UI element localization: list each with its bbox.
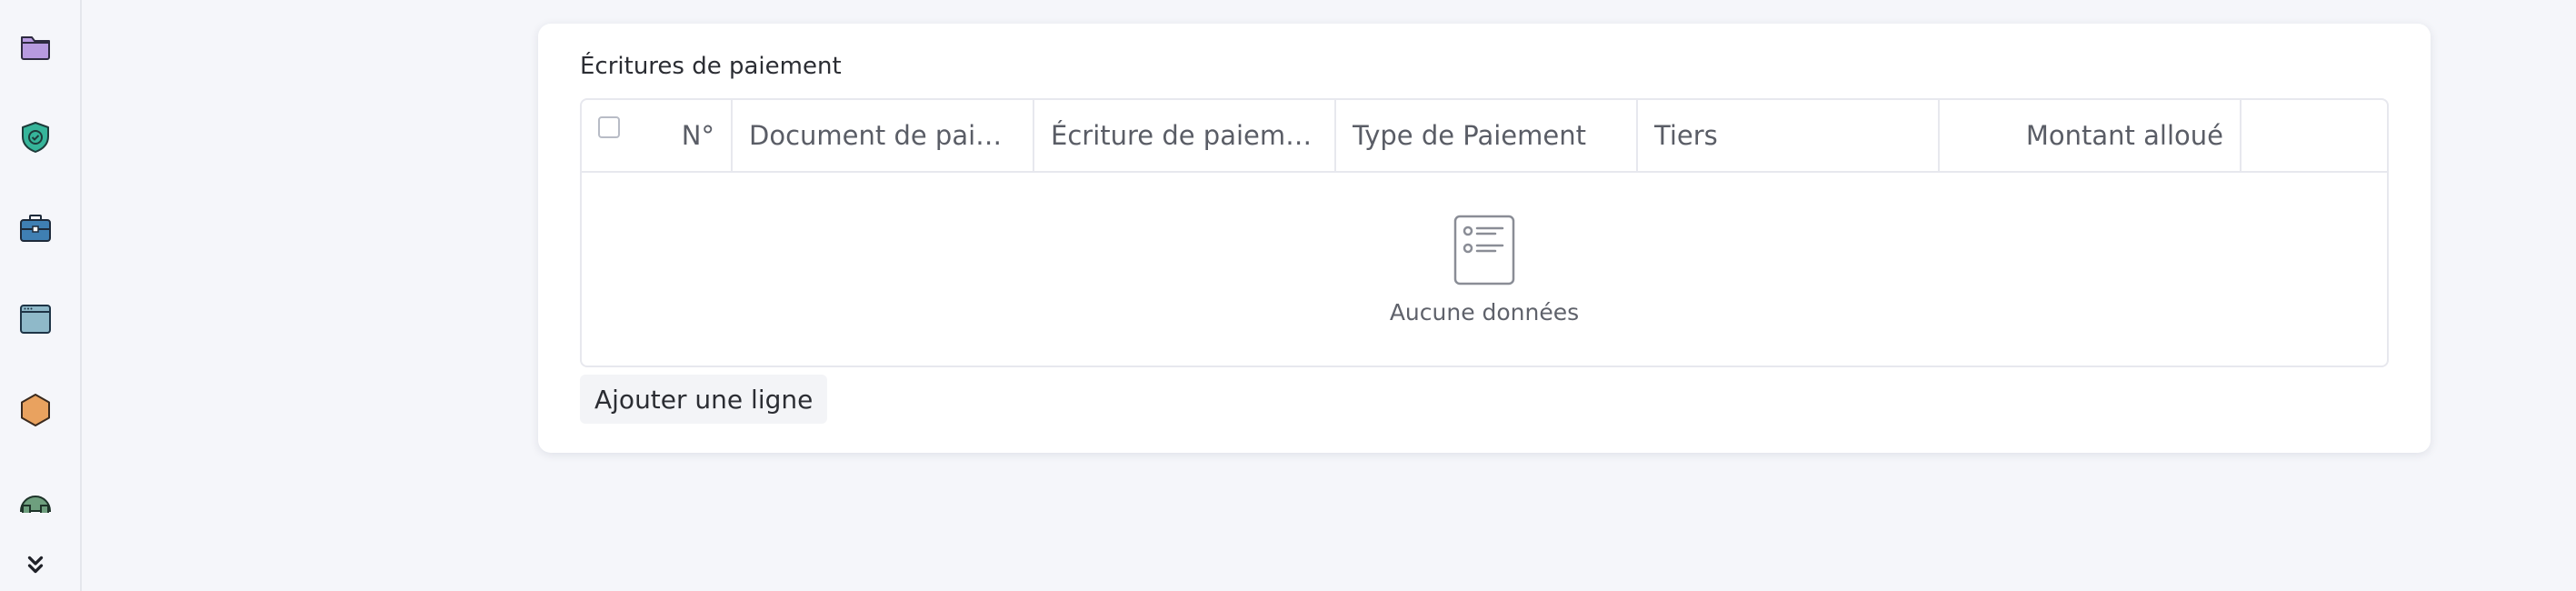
empty-state-text: Aucune données <box>1389 298 1580 326</box>
double-chevron-down-icon[interactable] <box>20 549 51 580</box>
briefcase-icon[interactable] <box>15 207 56 249</box>
shield-check-icon[interactable] <box>15 116 56 158</box>
column-party[interactable]: Tiers <box>1638 100 1940 171</box>
folder-icon[interactable] <box>15 25 56 67</box>
column-number: N° <box>681 120 714 151</box>
dome-icon[interactable] <box>15 480 56 513</box>
empty-state: Aucune données <box>582 173 2387 366</box>
column-payment-entry[interactable]: Écriture de paiement <box>1034 100 1336 171</box>
add-row-button[interactable]: Ajouter une ligne <box>580 375 828 424</box>
payment-entries-card: Écritures de paiement N° Document de pai… <box>538 24 2431 453</box>
column-payment-document[interactable]: Document de paiem… <box>733 100 1034 171</box>
hexagon-icon[interactable] <box>15 389 56 431</box>
column-allocated-amount[interactable]: Montant alloué <box>1940 100 2242 171</box>
empty-list-icon <box>1453 215 1515 285</box>
window-icon[interactable] <box>15 298 56 340</box>
column-payment-type[interactable]: Type de Paiement <box>1336 100 1638 171</box>
section-title: Écritures de paiement <box>580 53 842 80</box>
sidebar <box>0 0 82 591</box>
column-actions <box>2242 100 2387 171</box>
select-column-header: N° <box>582 100 733 171</box>
table-header: N° Document de paiem… Écriture de paieme… <box>582 100 2387 173</box>
payment-entries-table: N° Document de paiem… Écriture de paieme… <box>580 98 2389 367</box>
select-all-checkbox[interactable] <box>598 116 620 138</box>
